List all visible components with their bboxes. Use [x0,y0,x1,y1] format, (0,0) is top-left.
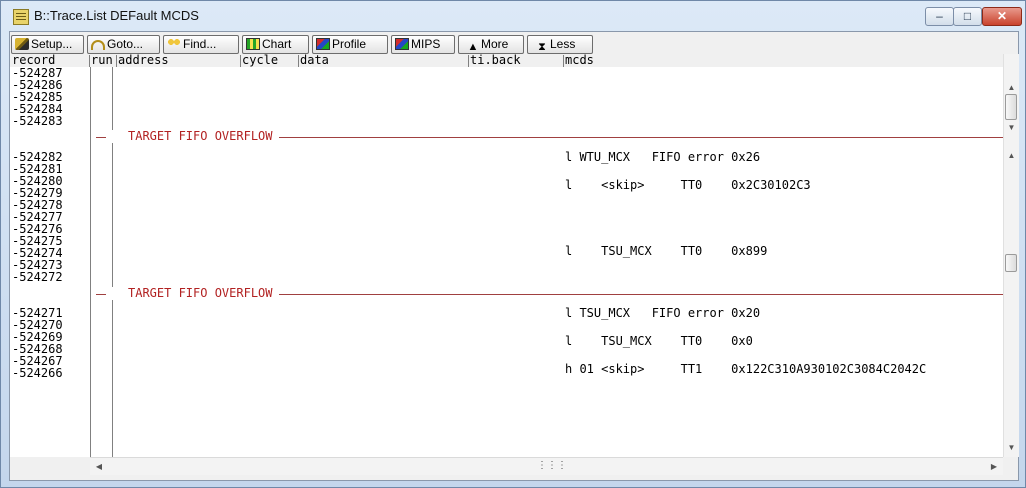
goto-button[interactable]: Goto... [87,35,160,54]
record-number: -524272 [12,270,63,284]
scroll-thumb[interactable] [1005,94,1017,120]
scroll-thumb[interactable] [1005,254,1017,272]
scroll-grip-icon[interactable]: ⋮⋮⋮ [537,460,567,471]
chart-icon [246,38,260,50]
chart-button[interactable]: Chart [242,35,309,54]
mcds-entry: l <skip> TT0 0x2C30102C3 [565,178,811,192]
binoculars-icon [167,38,181,50]
mips-icon [395,38,409,50]
profile-icon [316,38,330,50]
column-divider[interactable] [563,55,564,67]
close-button[interactable]: ✕ [982,7,1022,26]
toolbar: Setup... Goto... Find... Chart Profile M… [10,32,1018,55]
column-ti-back[interactable]: ti.back [470,54,521,67]
trace-list-panel: Setup... Goto... Find... Chart Profile M… [9,31,1019,481]
mcds-entry: l WTU_MCX FIFO error 0x26 [565,150,761,164]
trace-list[interactable]: -524287 -524286 -524285 -524284 -524283 … [10,67,1003,457]
vertical-scrollbar[interactable]: ▲ ▼ ▲ ▼ [1003,54,1019,457]
fifo-overflow-label: TARGET FIFO OVERFLOW [106,130,279,143]
trace-list-app-icon [13,9,29,25]
less-button[interactable]: ⧗ Less [527,35,593,54]
fifo-overflow-label: TARGET FIFO OVERFLOW [106,287,279,300]
setup-button[interactable]: Setup... [11,35,84,54]
more-button[interactable]: ▲ More [458,35,524,54]
column-divider[interactable] [298,55,299,67]
goto-arrow-icon [91,40,105,50]
trace-list-window: B::Trace.List DEFault MCDS – □ ✕ Setup..… [0,0,1026,488]
mcds-entry: l TSU_MCX FIFO error 0x20 [565,306,761,320]
column-cycle[interactable]: cycle [242,54,278,67]
scroll-up-icon[interactable]: ▲ [1004,150,1019,162]
column-divider[interactable] [89,55,90,67]
scroll-corner [10,457,90,474]
column-data[interactable]: data [300,54,329,67]
window-title: B::Trace.List DEFault MCDS [34,8,199,23]
scroll-right-icon[interactable]: ▶ [987,460,1001,473]
horizontal-scrollbar[interactable]: ◀ ⋮⋮⋮ ▶ [90,457,1003,475]
find-button[interactable]: Find... [163,35,239,54]
resize-grip-icon[interactable] [1003,457,1018,474]
profile-button[interactable]: Profile [312,35,388,54]
mips-button[interactable]: MIPS [391,35,455,54]
scroll-left-icon[interactable]: ◀ [92,460,106,473]
column-record[interactable]: record [12,54,55,67]
column-header: record run address cycle data ti.back mc… [10,54,1018,67]
scroll-down-icon[interactable]: ▼ [1004,122,1019,134]
column-run[interactable]: run [91,54,113,67]
table-row[interactable]: -524283 [10,115,1003,128]
column-address[interactable]: address [118,54,169,67]
mcds-entry: l TSU_MCX TT0 0x0 [565,334,753,348]
wrench-icon [15,38,29,50]
record-number: -524283 [12,114,63,128]
scroll-down-icon[interactable]: ▼ [1004,442,1019,454]
title-bar[interactable]: B::Trace.List DEFault MCDS – □ ✕ [1,1,1025,31]
scroll-up-icon[interactable]: ▲ [1004,82,1019,94]
column-divider[interactable] [240,55,241,67]
column-divider[interactable] [468,55,469,67]
maximize-button[interactable]: □ [953,7,982,26]
column-divider[interactable] [116,55,117,67]
up-down-arrow-icon: ▲ [467,41,479,53]
record-number: -524266 [12,366,63,380]
minimize-button[interactable]: – [925,7,954,26]
mcds-entry: h 01 <skip> TT1 0x122C310A930102C3084C20… [565,362,927,376]
hourglass-icon: ⧗ [538,41,546,53]
mcds-entry: l TSU_MCX TT0 0x899 [565,244,768,258]
column-mcds[interactable]: mcds [565,54,594,67]
table-row[interactable]: -524272 [10,271,1003,284]
